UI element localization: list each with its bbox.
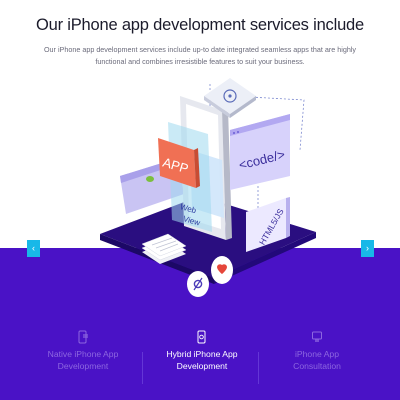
tab-iphone-app-consultation[interactable]: iPhone App Consultation xyxy=(258,330,376,372)
chevron-left-icon: ‹ xyxy=(32,243,35,253)
tab-label-line1: Hybrid iPhone App xyxy=(166,349,238,359)
tab-label-line2: Consultation xyxy=(293,361,341,371)
phone-icon xyxy=(78,330,88,344)
tab-label-line2: Development xyxy=(176,361,228,371)
tab-label-line1: iPhone App xyxy=(295,349,339,359)
services-tabs: Native iPhone App Development Hybrid iPh… xyxy=(0,330,400,390)
tab-native-iphone-app-development[interactable]: Native iPhone App Development xyxy=(24,330,142,372)
tab-divider xyxy=(142,352,143,384)
tab-label-line2: Development xyxy=(57,361,109,371)
tool-bubble-icon xyxy=(187,271,209,297)
tab-hybrid-iphone-app-development[interactable]: Hybrid iPhone App Development xyxy=(143,330,261,372)
consult-icon xyxy=(312,331,322,342)
carousel-prev-button[interactable]: ‹ xyxy=(27,240,40,257)
code-card: <code/> xyxy=(230,114,290,190)
heart-bubble-icon xyxy=(211,256,233,284)
phone-gear-icon xyxy=(197,330,206,344)
chevron-right-icon: › xyxy=(366,243,369,253)
tab-divider xyxy=(258,352,259,384)
tab-label-line1: Native iPhone App xyxy=(47,349,119,359)
carousel-next-button[interactable]: › xyxy=(361,240,374,257)
